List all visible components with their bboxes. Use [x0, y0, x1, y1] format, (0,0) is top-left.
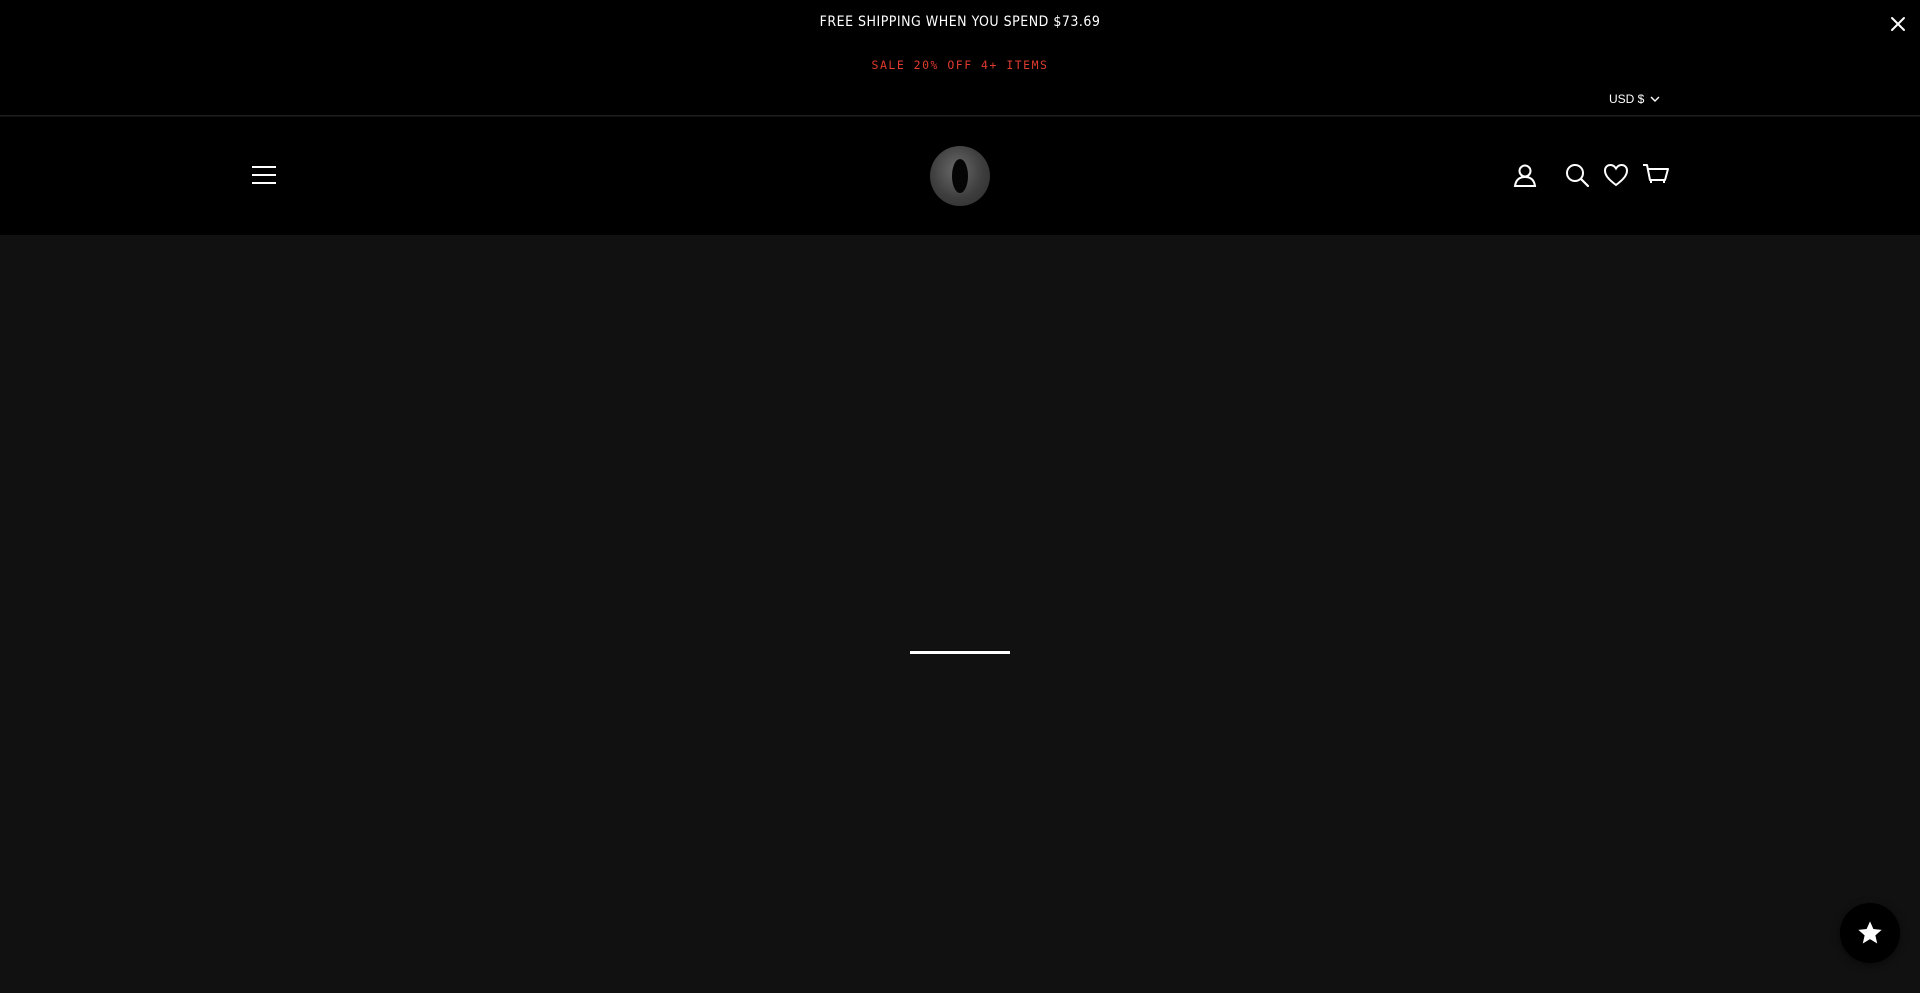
announcement-bar: FREE SHIPPING WHEN YOU SPEND $73.69 SALE…: [0, 0, 1920, 116]
currency-label: USD $: [1609, 92, 1645, 106]
search-icon[interactable]: [1563, 161, 1591, 189]
close-icon[interactable]: [1888, 14, 1908, 34]
logo-center: [952, 159, 968, 193]
loading-bar: [910, 651, 1010, 654]
free-shipping-text: FREE SHIPPING WHEN YOU SPEND $73.69: [819, 14, 1101, 30]
main-content: [0, 235, 1920, 993]
wishlist-icon[interactable]: [1602, 161, 1630, 189]
star-icon: [1858, 921, 1882, 944]
chevron-down-icon: [1650, 96, 1660, 102]
ring-logo[interactable]: [930, 146, 990, 206]
site-header: [0, 117, 1920, 235]
currency-selector[interactable]: USD $: [1609, 92, 1660, 106]
cart-icon[interactable]: [1642, 161, 1670, 189]
sale-text[interactable]: SALE 20% OFF 4+ ITEMS: [0, 58, 1920, 72]
menu-icon[interactable]: [251, 164, 277, 186]
reviews-button[interactable]: [1840, 903, 1900, 963]
account-icon[interactable]: [1511, 161, 1539, 189]
